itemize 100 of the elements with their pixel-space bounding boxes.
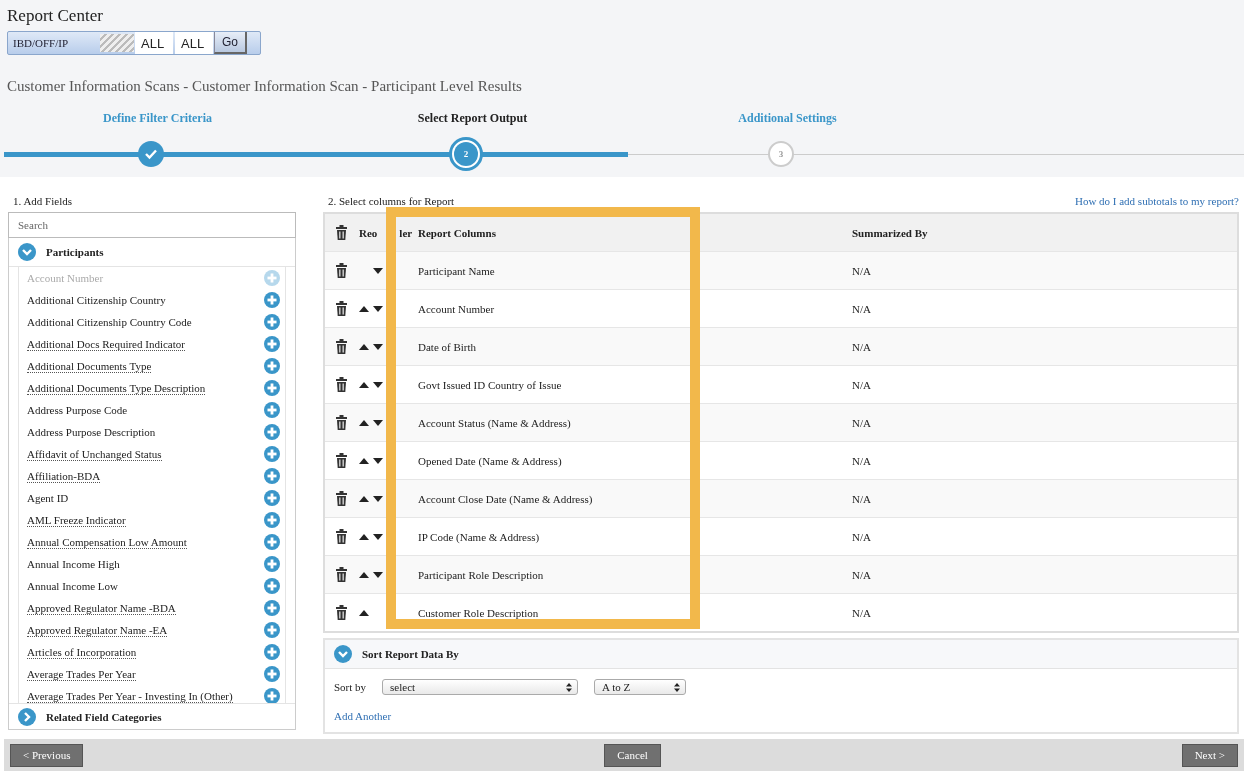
add-icon[interactable] (264, 600, 280, 616)
field-name[interactable]: Approved Regulator Name -EA (27, 623, 168, 637)
table-cell: Participant Name (418, 264, 495, 277)
down-arrow-icon[interactable] (373, 305, 383, 312)
add-icon[interactable] (264, 292, 280, 308)
add-link[interactable]: Add Another (334, 710, 392, 722)
add-icon[interactable] (264, 358, 280, 374)
field-name[interactable]: Average Trades Per Year (27, 667, 136, 681)
segment-label[interactable]: IBD/OFF/IP (8, 32, 100, 54)
down-arrow-icon[interactable] (373, 419, 383, 426)
down-arrow-icon[interactable] (373, 533, 383, 540)
cancel-button[interactable]: Cancel (604, 743, 661, 767)
field-name[interactable]: Approved Regulator Name -BDA (27, 601, 176, 615)
trash-icon[interactable] (335, 491, 348, 506)
up-arrow-icon[interactable] (359, 419, 369, 426)
table-cell: N/A (852, 416, 871, 429)
section-title: Sort Report Data By (362, 648, 459, 660)
add-icon[interactable] (264, 512, 280, 528)
next-button[interactable]: Next > (1181, 743, 1238, 767)
field-name[interactable]: Annual Income Low (27, 580, 119, 592)
add-icon[interactable] (264, 534, 280, 550)
add-icon[interactable] (264, 688, 280, 703)
add-icon[interactable] (264, 578, 280, 594)
add-icon[interactable] (264, 556, 280, 572)
trash-icon[interactable] (335, 605, 348, 620)
table-cell: N/A (852, 340, 871, 353)
category-header[interactable]: Related Field Categories (9, 703, 295, 729)
add-icon[interactable] (264, 490, 280, 506)
add-icon[interactable] (264, 424, 280, 440)
field-name[interactable]: Address Purpose Description (27, 426, 156, 438)
table-cell: N/A (852, 492, 871, 505)
field-name[interactable]: Annual Income High (27, 558, 120, 570)
step-marker[interactable] (138, 141, 164, 167)
trash-icon[interactable] (335, 415, 348, 430)
up-arrow-icon[interactable] (359, 381, 369, 388)
go-button[interactable]: Go (214, 32, 247, 54)
table-cell: Customer Role Description (418, 606, 539, 619)
updown-icon (566, 682, 573, 692)
section-header[interactable]: Sort Report Data By (325, 640, 1237, 669)
up-arrow-icon[interactable] (359, 609, 369, 616)
table-cell: N/A (852, 264, 871, 277)
field-name[interactable]: Additional Docs Required Indicator (27, 337, 185, 351)
field-name[interactable]: Additional Citizenship Country Code (27, 316, 192, 328)
down-arrow-icon[interactable] (373, 381, 383, 388)
add-icon[interactable] (264, 468, 280, 484)
filter-value[interactable]: ALL (175, 32, 213, 54)
down-arrow-icon[interactable] (373, 571, 383, 578)
column-header: Summarized By (852, 226, 928, 239)
add-icon[interactable] (264, 336, 280, 352)
field-name[interactable]: Annual Compensation Low Amount (27, 535, 187, 549)
trash-icon[interactable] (335, 263, 348, 278)
sort-field-select[interactable]: select (382, 679, 579, 695)
trash-icon[interactable] (335, 339, 348, 354)
table-cell: IP Code (Name & Address) (418, 530, 540, 543)
add-icon[interactable] (264, 644, 280, 660)
up-arrow-icon[interactable] (359, 495, 369, 502)
trash-icon[interactable] (335, 225, 348, 240)
category-header[interactable]: Participants (9, 238, 295, 267)
up-arrow-icon[interactable] (359, 305, 369, 312)
field-name[interactable]: Agent ID (27, 492, 69, 504)
previous-button[interactable]: < Previous (10, 743, 84, 767)
table-cell: N/A (852, 606, 871, 619)
trash-icon[interactable] (335, 567, 348, 582)
updown-icon (674, 682, 681, 692)
field-name[interactable]: Address Purpose Code (27, 404, 128, 416)
down-arrow-icon[interactable] (373, 343, 383, 350)
table-cell: N/A (852, 530, 871, 543)
expand-icon (18, 707, 36, 726)
trash-icon[interactable] (335, 453, 348, 468)
field-name[interactable]: Average Trades Per Year - Investing In (Other) (27, 689, 233, 703)
field-name[interactable]: Additional Citizenship Country (27, 294, 166, 306)
table-cell: Govt Issued ID Country of Issue (418, 378, 562, 391)
trash-icon[interactable] (335, 529, 348, 544)
filter-value[interactable]: ALL (135, 32, 173, 54)
field-name[interactable]: AML Freeze Indicator (27, 513, 126, 527)
category-label: Related Field Categories (46, 710, 162, 723)
table-cell: Account Close Date (Name & Address) (418, 492, 593, 505)
search-field[interactable]: Search (8, 212, 296, 238)
down-arrow-icon[interactable] (373, 457, 383, 464)
add-icon[interactable] (264, 402, 280, 418)
down-arrow-icon[interactable] (373, 495, 383, 502)
field-name[interactable]: Additional Documents Type (27, 359, 152, 373)
up-arrow-icon[interactable] (359, 571, 369, 578)
sort-order-select[interactable]: A to Z (594, 679, 687, 695)
down-arrow-icon[interactable] (373, 267, 383, 274)
help-link[interactable]: How do I add subtotals to my report? (1074, 195, 1239, 212)
up-arrow-icon[interactable] (359, 533, 369, 540)
add-icon[interactable] (264, 666, 280, 682)
trash-icon[interactable] (335, 377, 348, 392)
field-name[interactable]: Additional Documents Type Description (27, 381, 206, 395)
add-icon[interactable] (264, 622, 280, 638)
add-icon[interactable] (264, 380, 280, 396)
field-name[interactable]: Articles of Incorporation (27, 645, 137, 659)
add-icon[interactable] (264, 314, 280, 330)
trash-icon[interactable] (335, 301, 348, 316)
field-name[interactable]: Affidavit of Unchanged Status (27, 447, 162, 461)
field-name[interactable]: Affiliation-BDA (27, 469, 101, 483)
up-arrow-icon[interactable] (359, 457, 369, 464)
add-icon[interactable] (264, 446, 280, 462)
up-arrow-icon[interactable] (359, 343, 369, 350)
